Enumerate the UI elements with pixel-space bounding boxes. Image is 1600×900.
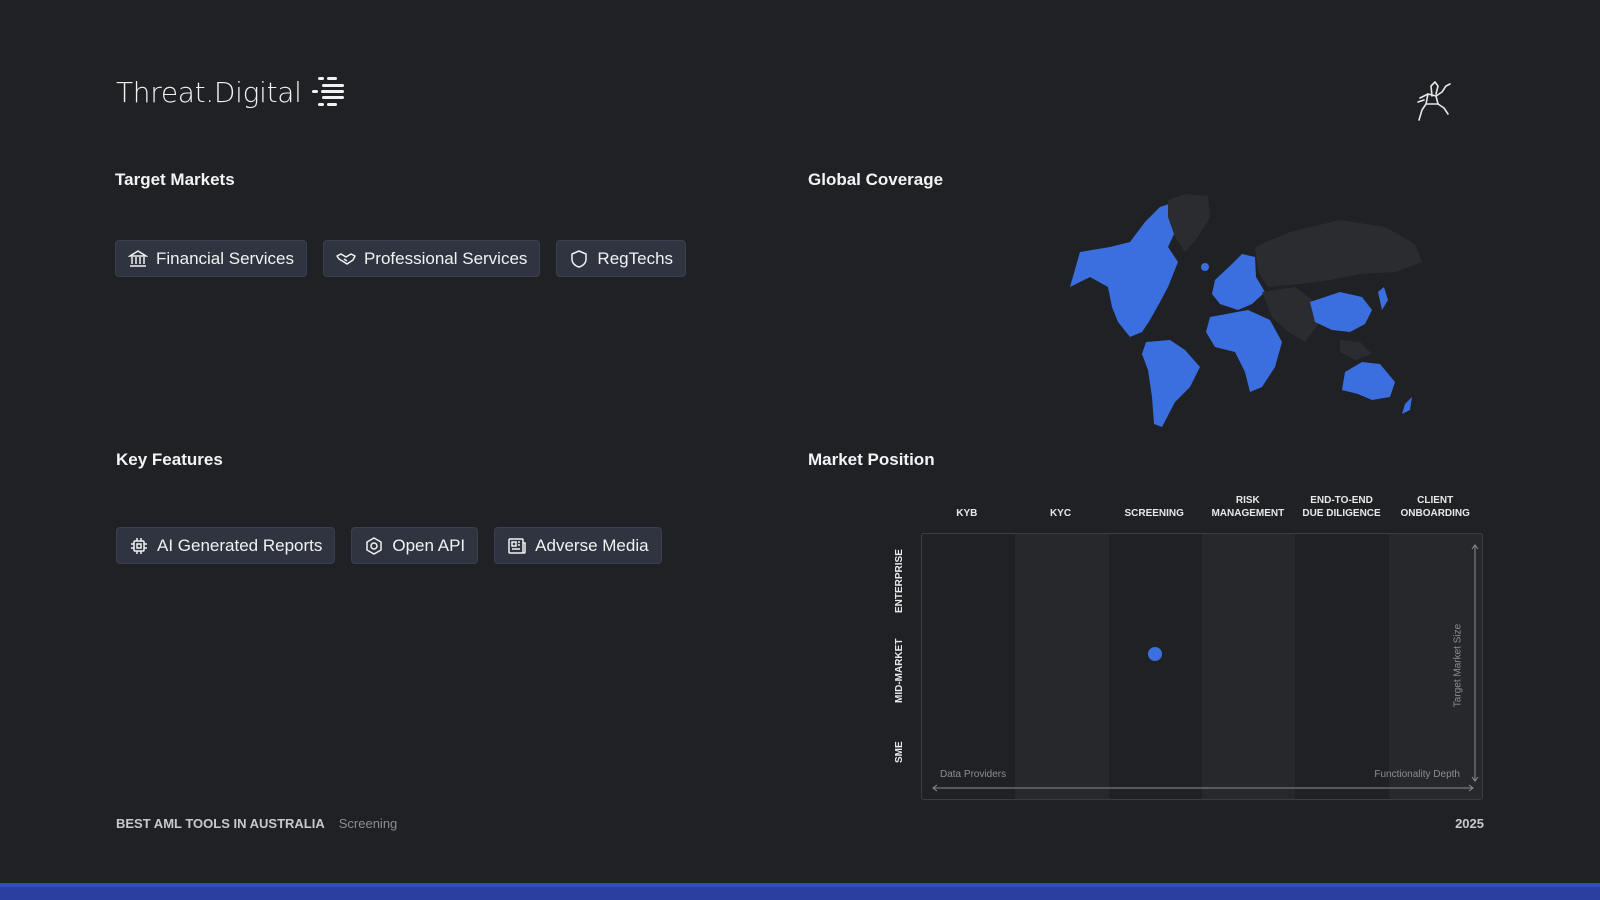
tag-label: Financial Services: [156, 248, 294, 268]
target-markets-title: Target Markets: [115, 170, 235, 189]
tag-financial-services[interactable]: Financial Services: [115, 240, 307, 277]
bottom-accent-bar: [0, 883, 1600, 900]
key-features-list: AI Generated Reports Open API Adverse Me…: [116, 527, 662, 564]
column-label: RISK MANAGEMENT: [1211, 495, 1285, 519]
grid-column: [922, 534, 1015, 799]
map-japan: [1378, 287, 1388, 310]
map-north-asia: [1255, 220, 1422, 287]
tag-open-api[interactable]: Open API: [351, 527, 479, 564]
x-axis-right-label: Functionality Depth: [1374, 769, 1460, 780]
brand-name: Threat.Digital: [116, 75, 302, 109]
key-features-title: Key Features: [116, 450, 223, 469]
footer-category: Screening: [338, 816, 398, 831]
global-coverage-title: Global Coverage: [808, 170, 944, 189]
brand-logo[interactable]: Threat.Digital: [116, 72, 346, 112]
column-label: KYB: [956, 508, 978, 519]
tag-professional-services[interactable]: Professional Services: [322, 240, 541, 277]
market-position-title: Market Position: [808, 450, 935, 469]
map-australia: [1342, 362, 1395, 400]
market-row-headers: ENTERPRISE MID-MARKET SME: [884, 533, 914, 800]
market-column-headers: KYB KYC SCREENING RISK MANAGEMENT END-TO-END D…: [920, 490, 1482, 520]
shield-icon: [571, 249, 588, 268]
map-east-asia: [1310, 292, 1372, 332]
grid-column: [1109, 534, 1202, 799]
map-new-zealand: [1402, 397, 1412, 414]
map-south-america: [1142, 340, 1200, 427]
world-map: [1070, 194, 1422, 427]
x-axis-left-label: Data Providers: [940, 769, 1007, 780]
newspaper-icon: [508, 537, 526, 554]
row-label-enterprise: ENTERPRISE: [893, 549, 905, 613]
market-position-grid: [921, 533, 1483, 800]
row-label-mid-market: MID-MARKET: [893, 638, 905, 703]
bank-icon: [128, 249, 148, 267]
tag-label: Adverse Media: [535, 535, 649, 555]
chip-icon: [131, 537, 147, 554]
hexagon-icon: [366, 536, 383, 555]
grid-column: [1388, 534, 1482, 799]
tag-label: Open API: [392, 535, 466, 555]
map-greenland: [1168, 194, 1210, 252]
map-iceland: [1201, 263, 1209, 271]
tag-ai-generated-reports[interactable]: AI Generated Reports: [116, 527, 336, 564]
column-label: SCREENING: [1124, 508, 1184, 519]
row-label-sme: SME: [893, 741, 905, 763]
handshake-icon: [336, 252, 356, 265]
map-africa: [1206, 310, 1282, 392]
y-axis-label: Target Market Size: [1452, 623, 1464, 708]
grid-column: [1015, 534, 1109, 799]
map-north-america: [1070, 202, 1178, 337]
target-markets-list: Financial Services Professional Services…: [115, 240, 687, 277]
footer-left: BEST AML TOOLS IN AUSTRALIA Screening: [116, 816, 397, 831]
grid-column: [1201, 534, 1296, 799]
grid-column: [1295, 534, 1388, 799]
tag-label: RegTechs: [597, 248, 674, 268]
tag-label: Professional Services: [363, 248, 528, 268]
column-label: END-TO-END DUE DILIGENCE: [1302, 495, 1381, 519]
footer-title: BEST AML TOOLS IN AUSTRALIA: [116, 816, 325, 831]
map-southeast-asia: [1340, 340, 1372, 360]
brand-mark-icon: [311, 77, 344, 106]
tag-regtechs[interactable]: RegTechs: [556, 240, 687, 277]
tag-label: AI Generated Reports: [157, 535, 323, 555]
column-label: KYC: [1049, 508, 1072, 519]
tag-adverse-media[interactable]: Adverse Media: [494, 527, 662, 564]
footer-year: 2025: [1455, 816, 1484, 831]
column-label: CLIENT ONBOARDING: [1400, 495, 1470, 519]
knight-logo-icon: [1417, 81, 1451, 121]
